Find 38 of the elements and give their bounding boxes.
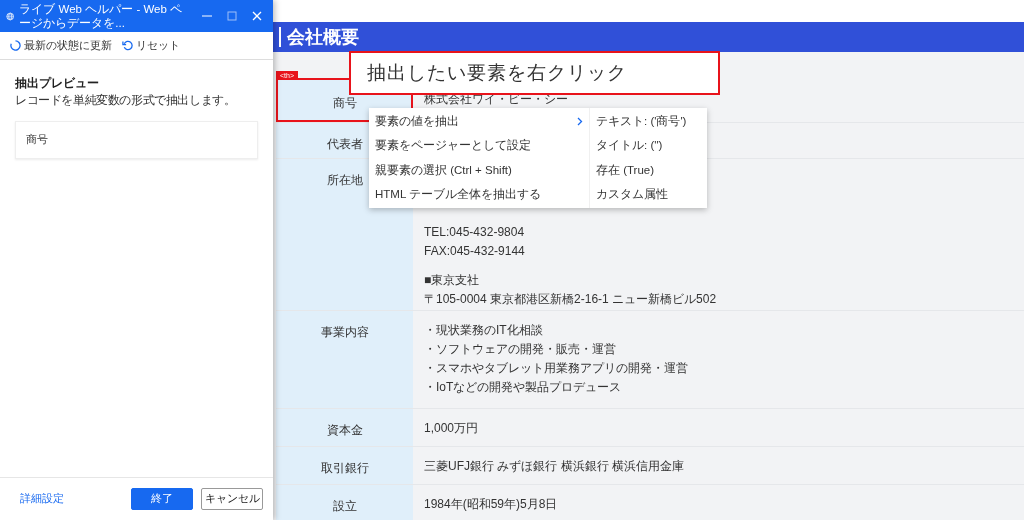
table-cell-text: ・IoTなどの開発や製品プロデュース [424, 378, 623, 396]
submenu-item[interactable]: カスタム属性 [590, 182, 707, 207]
globe-icon [6, 9, 15, 23]
table-cell-text: ・ソフトウェアの開発・販売・運営 [424, 340, 617, 358]
table-cell-text: FAX:045-432-9144 [424, 242, 526, 260]
table-header-cell: 資本金 [276, 408, 413, 446]
table-cell-text: ・スマホやタブレット用業務アプリの開発・運営 [424, 359, 689, 377]
table-header-cell: 設立 [276, 484, 413, 520]
maximize-icon[interactable] [227, 11, 237, 21]
table-cell-text: 〒105-0004 東京都港区新橋2-16-1 ニュー新橋ビル502 [424, 290, 718, 308]
preview-description: レコードを単純変数の形式で抽出します。 [15, 93, 237, 108]
table-cell-text: ■東京支社 [424, 271, 481, 289]
table-cell-text: TEL:045-432-9804 [424, 223, 526, 241]
page-title: 会社概要 [279, 27, 359, 47]
reset-button[interactable]: リセット [122, 37, 180, 54]
advanced-settings-link[interactable]: 詳細設定 [20, 491, 64, 507]
table-cell-text: 1984年(昭和59年)5月8日 [424, 495, 559, 513]
submenu-item[interactable]: タイトル: ('') [590, 133, 707, 158]
menu-item[interactable]: 親要素の選択 (Ctrl + Shift) [369, 158, 589, 183]
window-title: ライブ Web ヘルパー - Web ページからデータを... [19, 2, 184, 30]
cancel-button[interactable]: キャンセル [201, 488, 263, 510]
submenu-item[interactable]: 存在 (True) [590, 158, 707, 183]
table-cell-text: ・現状業務のIT化相談 [424, 321, 544, 339]
chevron-icon [577, 116, 583, 126]
close-icon[interactable] [252, 11, 262, 21]
submenu-item[interactable]: テキスト: ('商号') [590, 109, 707, 134]
finish-button[interactable]: 終了 [131, 488, 193, 510]
table-header-cell: 事業内容 [276, 310, 413, 408]
callout-annotation: 抽出したい要素を右クリック [349, 51, 720, 95]
menu-item[interactable]: HTML テーブル全体を抽出する [369, 182, 589, 207]
table-header-cell: 取引銀行 [276, 446, 413, 484]
undo-icon [122, 40, 133, 51]
refresh-icon [10, 40, 21, 51]
table-cell-text: 三菱UFJ銀行 みずほ銀行 横浜銀行 横浜信用金庫 [424, 457, 685, 475]
table-cell-text: 1,000万円 [424, 419, 480, 437]
preview-heading: 抽出プレビュー [15, 75, 100, 92]
refresh-button[interactable]: 最新の状態に更新 [10, 37, 112, 54]
preview-column: 商号 [15, 121, 258, 160]
